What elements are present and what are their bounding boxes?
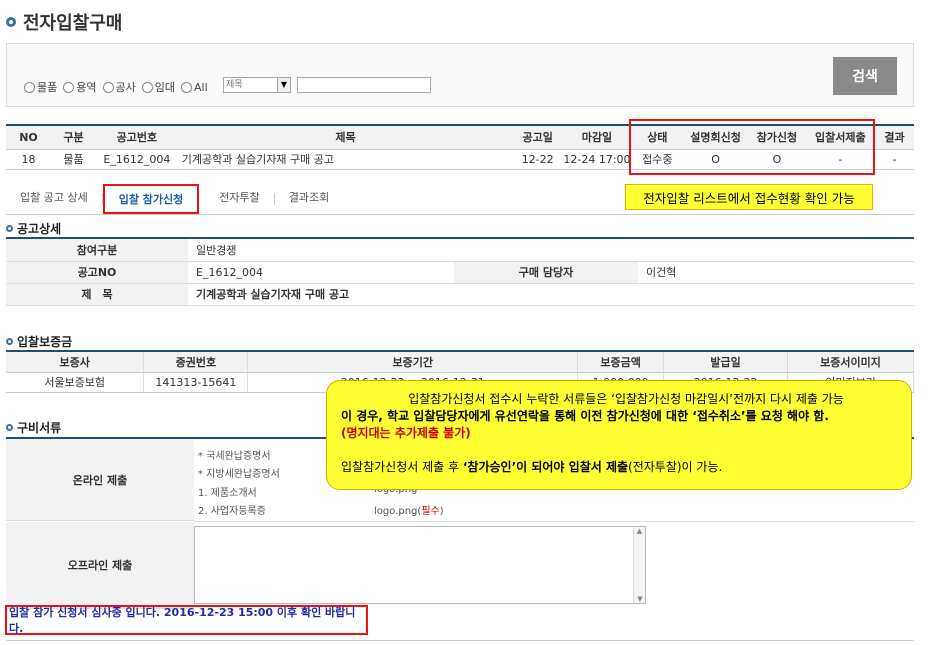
doc-item: * 지방세완납증명서 [198,469,280,480]
search-field-select[interactable]: 제목 ▼ [223,77,291,93]
status-callout: 전자입찰 리스트에서 접수현황 확인 가능 [625,184,873,210]
doc-item: 1. 제품소개서 [198,488,257,499]
dropdown-arrow-icon[interactable]: ▼ [277,78,290,92]
search-panel: 물품 용역 공사 임대 All 제목 ▼ 검색 [6,43,914,107]
radio-service[interactable]: 용역 [63,79,97,95]
tab-notice-detail[interactable]: 입찰 공고 상세 [6,184,102,214]
doc-item: * 국세완납증명서 [198,451,271,462]
tab-electronic-bid[interactable]: 전자투찰 [205,184,273,214]
status-highlight-box [629,119,875,175]
file-link-required[interactable]: logo.png(필수) [374,502,444,517]
cell-notice-date: 12-22 [513,149,563,170]
cell-policy-no: 141313-15641 [143,372,249,393]
offline-submit-label: 오프라인 제출 [6,522,194,609]
col-notice-date: 공고일 [513,124,563,150]
subject-label: 제 목 [6,283,188,306]
cell-type: 물품 [50,149,96,170]
cell-notice-no: E_1612_004 [95,149,178,170]
offline-textarea[interactable]: ▲ ▼ [194,526,646,604]
cell-title[interactable]: 기계공학과 실습기자재 구매 공고 [177,149,514,170]
category-radio-group: 물품 용역 공사 임대 All [24,79,208,95]
scroll-up-icon[interactable]: ▲ [634,527,645,535]
page-title: 전자입찰구매 [23,13,123,34]
notice-no-label: 공고NO [6,261,188,284]
search-button[interactable]: 검색 [833,57,897,95]
col-period: 보증기간 [247,352,579,373]
section-bullet-icon [6,225,13,232]
notice-no-value: E_1612_004 [188,261,454,284]
title-bullet-icon [6,17,16,27]
subject-value: 기계공학과 실습기자재 구매 공고 [188,283,914,306]
radio-circle-icon[interactable] [141,81,153,93]
radio-circle-icon[interactable] [102,81,114,93]
radio-all[interactable]: All [181,81,208,94]
notice-detail-table: 참여구분 일반경쟁 공고NO E_1612_004 구매 담당자 이건혁 제 목… [6,239,914,306]
manager-value: 이건혁 [638,261,914,284]
col-amount: 보증금액 [577,352,665,373]
detail-tabs: 입찰 공고 상세 입찰 참가신청 전자투찰 결과조회 [6,184,343,214]
col-notice-no: 공고번호 [95,124,178,150]
scrollbar[interactable]: ▲ ▼ [633,527,645,603]
bond-section-title: 입찰보증금 [6,333,72,350]
radio-circle-icon[interactable] [181,81,192,93]
col-no: NO [6,124,51,150]
radio-circle-icon[interactable] [24,81,35,93]
col-title: 제목 [177,124,514,150]
section-bullet-icon [6,424,13,431]
participation-label: 참여구분 [6,239,188,262]
required-mark: 필수 [421,506,440,517]
table-row: 공고NO E_1612_004 구매 담당자 이건혁 [6,261,914,284]
radio-goods[interactable]: 물품 [24,79,57,95]
col-deadline: 마감일 [562,124,632,150]
search-input[interactable] [297,77,431,93]
radio-lease[interactable]: 임대 [141,79,175,95]
col-type: 구분 [50,124,96,150]
page-header: 전자입찰구매 [6,9,122,35]
section-bullet-icon [6,338,13,345]
cell-guarantor: 서울보증보험 [6,372,145,393]
col-guarantor: 보증사 [6,352,145,373]
cell-result: - [875,149,914,170]
online-submit-label: 온라인 제출 [6,439,194,521]
participation-value: 일반경쟁 [188,239,914,262]
col-result: 결과 [875,124,914,150]
callout-line: 입찰참가신청서 제출 후 ‘참가승인’이 되어야 입찰서 제출(전자투찰)이 가… [341,460,723,474]
main-callout: 입찰참가신청서 접수시 누락한 서류들은 ‘입찰참가신청 마감일시’전까지 다시… [326,380,912,490]
col-image: 보증서이미지 [787,352,914,373]
tab-participation[interactable]: 입찰 참가신청 [102,184,200,214]
manager-label: 구매 담당자 [454,261,638,284]
callout-line: 입찰참가신청서 접수시 누락한 서류들은 ‘입찰참가신청 마감일시’전까지 다시… [408,392,844,406]
table-row: 참여구분 일반경쟁 [6,239,914,262]
bottom-divider [6,640,914,641]
callout-line: 이 경우, 학교 입찰담당자에게 유선연락을 통해 이전 참가신청에 대한 ‘접… [341,409,829,423]
tab-result[interactable]: 결과조회 [275,184,343,214]
radio-circle-icon[interactable] [63,81,75,93]
col-issue-date: 발급일 [663,352,789,373]
scroll-down-icon[interactable]: ▼ [634,595,646,603]
docs-section-title: 구비서류 [6,419,61,436]
row-divider [194,521,914,522]
radio-construction[interactable]: 공사 [102,79,136,95]
table-row: 제 목 기계공학과 실습기자재 구매 공고 [6,283,914,306]
review-notice: 입찰 참가 신청서 심사중 입니다. 2016-12-23 15:00 이후 확… [5,605,368,635]
cell-deadline: 12-24 17:00 [562,149,632,170]
doc-item: 2. 사업자등록증 [198,506,266,517]
tabs-divider [6,214,914,215]
cell-no: 18 [6,149,51,170]
callout-line-red: (명지대는 추가제출 불가) [341,426,471,440]
col-policy-no: 증권번호 [143,352,249,373]
table-header-row: 보증사 증권번호 보증기간 보증금액 발급일 보증서이미지 [6,352,914,373]
detail-section-title: 공고상세 [6,220,61,237]
